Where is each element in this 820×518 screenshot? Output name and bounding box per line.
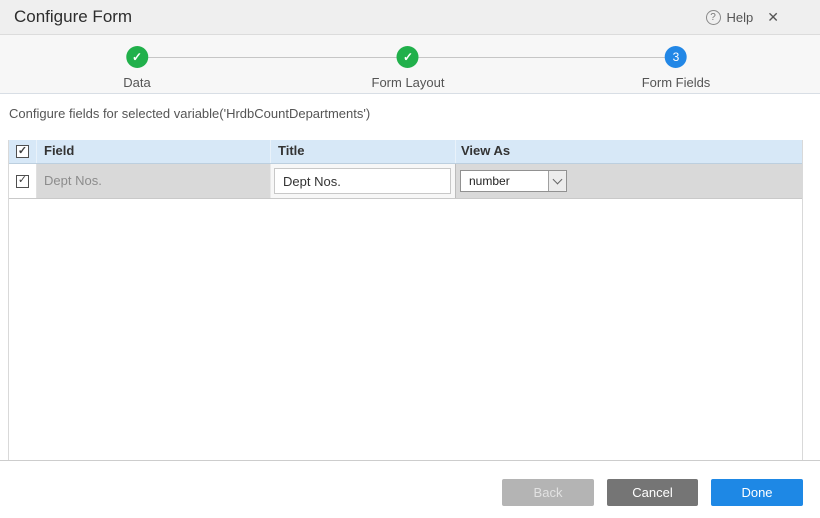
step-form-fields[interactable]: 3 Form Fields	[642, 46, 711, 90]
column-header-title: Title	[271, 140, 456, 163]
step-label: Form Fields	[642, 75, 711, 90]
check-icon: ✓	[18, 175, 27, 186]
check-icon: ✓	[18, 146, 27, 157]
step-complete-icon[interactable]: ✓	[126, 46, 148, 68]
select-all-checkbox[interactable]: ✓	[16, 145, 29, 158]
field-cell: Dept Nos.	[37, 164, 271, 198]
table-row: ✓ Dept Nos. number	[9, 164, 802, 199]
step-number: 3	[673, 50, 680, 64]
dialog-title: Configure Form	[14, 0, 132, 34]
select-dropdown-button[interactable]	[548, 171, 566, 191]
view-as-selected-value: number	[461, 171, 548, 191]
titlebar: Configure Form ? Help ✕	[0, 0, 820, 35]
column-header-view-as: View As	[456, 140, 802, 163]
cancel-button[interactable]: Cancel	[607, 479, 698, 506]
check-icon: ✓	[403, 50, 413, 64]
view-as-select[interactable]: number	[460, 170, 567, 192]
fields-table: ✓ Field Title View As ✓ Dept Nos. number	[8, 140, 803, 460]
column-header-field: Field	[37, 140, 271, 163]
table-header-row: ✓ Field Title View As	[9, 140, 802, 164]
title-input[interactable]	[274, 168, 451, 194]
step-label: Data	[123, 75, 150, 90]
help-label[interactable]: Help	[727, 10, 754, 25]
step-form-layout[interactable]: ✓ Form Layout	[372, 46, 445, 90]
back-button[interactable]: Back	[502, 479, 594, 506]
configure-form-dialog: Configure Form ? Help ✕ ✓ Data ✓ Form La…	[0, 0, 820, 518]
footer-divider	[0, 460, 820, 461]
done-button[interactable]: Done	[711, 479, 803, 506]
row-checkbox[interactable]: ✓	[16, 175, 29, 188]
configure-fields-subtitle: Configure fields for selected variable('…	[9, 106, 370, 121]
row-checkbox-cell: ✓	[9, 164, 37, 198]
check-icon: ✓	[132, 50, 142, 64]
step-number-badge[interactable]: 3	[665, 46, 687, 68]
step-label: Form Layout	[372, 75, 445, 90]
step-complete-icon[interactable]: ✓	[397, 46, 419, 68]
step-data[interactable]: ✓ Data	[123, 46, 150, 90]
help-button[interactable]: ? Help	[706, 10, 754, 25]
close-icon[interactable]: ✕	[767, 9, 779, 26]
view-as-cell: number	[456, 164, 802, 198]
wizard-stepper: ✓ Data ✓ Form Layout 3 Form Fields	[0, 35, 820, 94]
titlebar-actions: ? Help ✕	[706, 0, 779, 34]
select-all-cell: ✓	[9, 140, 37, 163]
chevron-down-icon	[553, 175, 563, 185]
help-icon[interactable]: ?	[706, 10, 721, 25]
title-cell	[271, 164, 456, 198]
